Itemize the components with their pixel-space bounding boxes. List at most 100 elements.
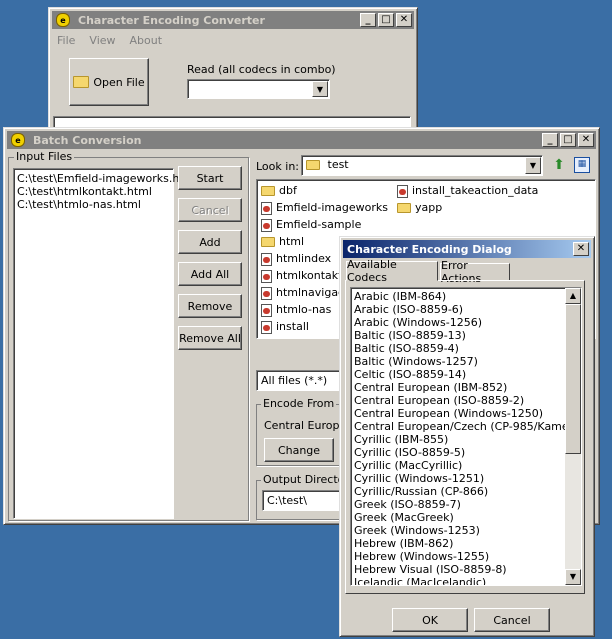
file-type-value: All files (*.*) bbox=[261, 374, 328, 387]
ok-button[interactable]: OK bbox=[392, 608, 468, 632]
list-item[interactable]: htmlindex bbox=[261, 252, 331, 266]
dialog-cancel-button[interactable]: Cancel bbox=[474, 608, 550, 632]
remove-all-button[interactable]: Remove All bbox=[178, 326, 242, 350]
menu-file[interactable]: File bbox=[57, 34, 75, 47]
list-item[interactable]: Emfield-sample bbox=[261, 218, 361, 232]
list-item[interactable]: Greek (MacGreek) bbox=[354, 511, 564, 524]
chevron-down-icon[interactable]: ▼ bbox=[525, 157, 541, 174]
close-button[interactable]: ✕ bbox=[573, 242, 589, 256]
list-item[interactable]: Greek (Windows-1253) bbox=[354, 524, 564, 537]
list-item[interactable]: Cyrillic (IBM-855) bbox=[354, 433, 564, 446]
open-file-button[interactable]: Open File bbox=[69, 58, 149, 106]
open-file-label: Open File bbox=[93, 75, 145, 89]
minimize-button[interactable]: _ bbox=[360, 13, 376, 27]
start-button[interactable]: Start bbox=[178, 166, 242, 190]
encode-from-label: Encode From bbox=[261, 397, 337, 410]
folder-icon bbox=[306, 160, 320, 170]
list-item[interactable]: Celtic (ISO-8859-14) bbox=[354, 368, 564, 381]
app-icon: e bbox=[56, 13, 70, 27]
menu-bar: File View About bbox=[57, 34, 162, 47]
open-folder-icon bbox=[73, 76, 90, 88]
list-item[interactable]: Hebrew (IBM-862) bbox=[354, 537, 564, 550]
list-item[interactable]: Baltic (ISO-8859-13) bbox=[354, 329, 564, 342]
close-button[interactable]: ✕ bbox=[578, 133, 594, 147]
list-item[interactable]: htmlo-nas bbox=[261, 303, 331, 317]
maximize-button[interactable]: □ bbox=[560, 133, 576, 147]
list-item[interactable]: Cyrillic (ISO-8859-5) bbox=[354, 446, 564, 459]
list-item[interactable]: Arabic (ISO-8859-6) bbox=[354, 303, 564, 316]
list-item[interactable]: Central European (ISO-8859-2) bbox=[354, 394, 564, 407]
add-all-button[interactable]: Add All bbox=[178, 262, 242, 286]
change-button[interactable]: Change bbox=[264, 438, 334, 462]
list-item[interactable]: htmlnavigace bbox=[261, 286, 351, 300]
folder-icon bbox=[397, 203, 411, 213]
list-item[interactable]: Baltic (ISO-8859-4) bbox=[354, 342, 564, 355]
list-item[interactable]: Cyrillic (MacCyrillic) bbox=[354, 459, 564, 472]
list-item[interactable]: C:\test\Emfield-imageworks.html bbox=[17, 172, 197, 185]
html-file-icon bbox=[261, 201, 272, 215]
up-folder-icon[interactable]: ⬆ bbox=[551, 157, 567, 173]
list-item[interactable]: Greek (ISO-8859-7) bbox=[354, 498, 564, 511]
batch-titlebar[interactable]: e Batch Conversion _ □ ✕ bbox=[7, 131, 596, 149]
view-details-icon[interactable]: ▦ bbox=[574, 157, 590, 173]
menu-view[interactable]: View bbox=[89, 34, 115, 47]
html-file-icon bbox=[261, 269, 272, 283]
tab-error-actions[interactable]: Error Actions bbox=[440, 259, 510, 285]
remove-button[interactable]: Remove bbox=[178, 294, 242, 318]
codecs-scrollbar[interactable]: ▲ ▼ bbox=[565, 288, 581, 585]
encoding-dialog: Character Encoding Dialog ✕ Available Co… bbox=[339, 236, 595, 637]
list-item[interactable]: Central European (Windows-1250) bbox=[354, 407, 564, 420]
list-item[interactable]: Cyrillic (Windows-1251) bbox=[354, 472, 564, 485]
list-item[interactable]: Arabic (IBM-864) bbox=[354, 290, 564, 303]
look-in-combo[interactable]: test ▼ bbox=[301, 155, 543, 176]
minimize-button[interactable]: _ bbox=[542, 133, 558, 147]
scroll-thumb[interactable] bbox=[565, 304, 581, 454]
list-item[interactable]: Baltic (Windows-1257) bbox=[354, 355, 564, 368]
list-item[interactable]: C:\test\htmlkontakt.html bbox=[17, 185, 170, 198]
scroll-up-icon[interactable]: ▲ bbox=[565, 288, 581, 304]
add-button[interactable]: Add bbox=[178, 230, 242, 254]
list-item[interactable]: Icelandic (MacIcelandic) bbox=[354, 576, 564, 585]
codecs-list[interactable]: Arabic (IBM-864) Arabic (ISO-8859-6) Ara… bbox=[350, 287, 582, 586]
close-button[interactable]: ✕ bbox=[396, 13, 412, 27]
html-file-icon bbox=[261, 320, 272, 334]
file-type-combo[interactable]: All files (*.*) bbox=[256, 370, 346, 391]
html-file-icon bbox=[261, 252, 272, 266]
input-files-label: Input Files bbox=[14, 150, 75, 163]
folder-icon bbox=[261, 186, 275, 196]
look-in-label: Look in: bbox=[256, 160, 299, 173]
list-item[interactable]: html bbox=[261, 235, 304, 248]
look-in-value: test bbox=[327, 158, 349, 171]
list-item[interactable]: Central European/Czech (CP-985/Kamenick bbox=[354, 420, 581, 433]
list-item[interactable]: Hebrew (Windows-1255) bbox=[354, 550, 564, 563]
list-item[interactable]: C:\test\htmlo-nas.html bbox=[17, 198, 170, 211]
html-file-icon bbox=[261, 286, 272, 300]
input-files-list[interactable]: C:\test\Emfield-imageworks.html C:\test\… bbox=[13, 168, 197, 519]
output-dir-input[interactable]: C:\test\ bbox=[262, 490, 346, 511]
list-item[interactable]: Central European (IBM-852) bbox=[354, 381, 564, 394]
codecs-list-items: Arabic (IBM-864) Arabic (ISO-8859-6) Ara… bbox=[354, 290, 581, 585]
list-item[interactable]: Arabic (Windows-1256) bbox=[354, 316, 564, 329]
app-icon: e bbox=[11, 133, 25, 147]
list-item[interactable]: dbf bbox=[261, 184, 297, 197]
maximize-button[interactable]: □ bbox=[378, 13, 394, 27]
output-dir-value: C:\test\ bbox=[267, 494, 307, 507]
list-item[interactable]: Emfield-imageworks bbox=[261, 201, 388, 215]
batch-window-title: Batch Conversion bbox=[33, 133, 142, 147]
dialog-titlebar[interactable]: Character Encoding Dialog ✕ bbox=[343, 240, 591, 258]
list-item[interactable]: install bbox=[261, 320, 309, 334]
tab-available-codecs[interactable]: Available Codecs bbox=[346, 258, 438, 284]
read-codec-combo[interactable]: ▼ bbox=[187, 79, 330, 99]
chevron-down-icon[interactable]: ▼ bbox=[312, 81, 328, 97]
cancel-button[interactable]: Cancel bbox=[178, 198, 242, 222]
main-titlebar[interactable]: e Character Encoding Converter _ □ ✕ bbox=[52, 11, 414, 29]
menu-about[interactable]: About bbox=[130, 34, 163, 47]
list-item[interactable]: Cyrillic/Russian (CP-866) bbox=[354, 485, 564, 498]
list-item[interactable]: install_takeaction_data bbox=[397, 184, 538, 198]
list-item[interactable]: Hebrew Visual (ISO-8859-8) bbox=[354, 563, 564, 576]
dialog-title: Character Encoding Dialog bbox=[347, 242, 512, 256]
main-window-title: Character Encoding Converter bbox=[78, 13, 265, 27]
list-item[interactable]: yapp bbox=[397, 201, 442, 214]
list-item[interactable]: htmlkontakt bbox=[261, 269, 342, 283]
scroll-down-icon[interactable]: ▼ bbox=[565, 569, 581, 585]
